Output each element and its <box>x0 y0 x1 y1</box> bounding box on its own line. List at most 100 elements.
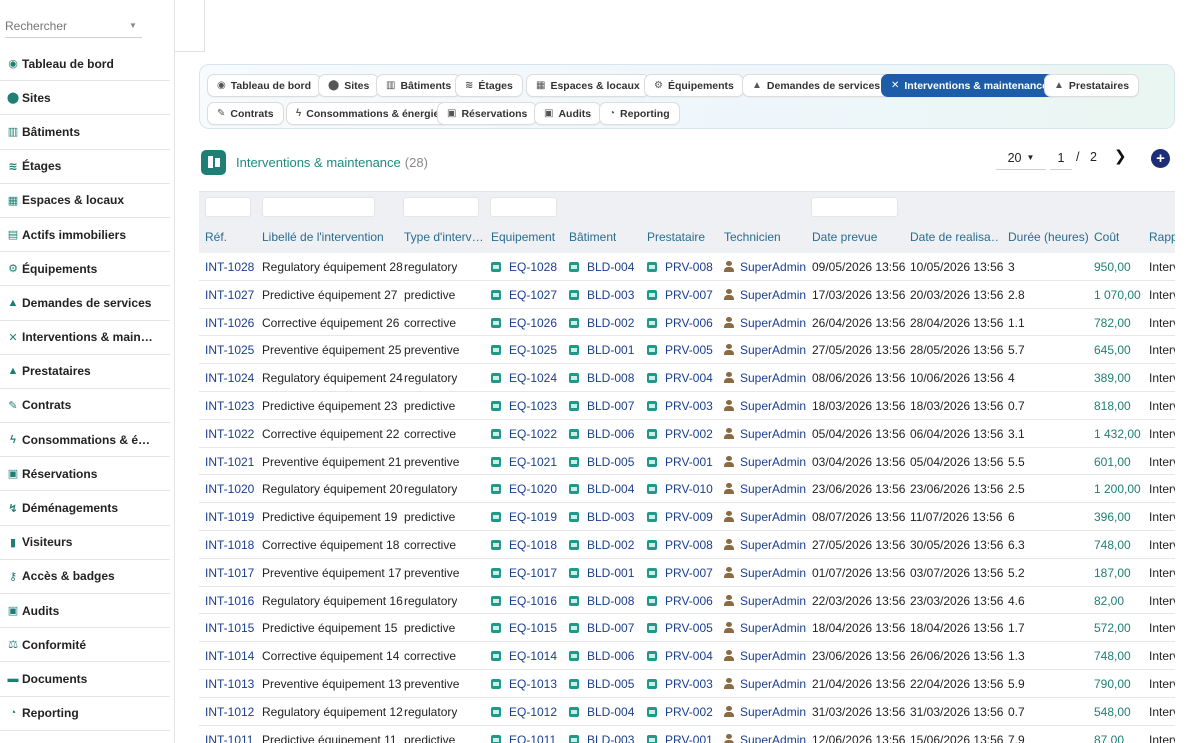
link-text[interactable]: PRV-006 <box>665 594 713 608</box>
link-text[interactable]: EQ-1018 <box>509 538 557 552</box>
sidebar-item[interactable]: ✎ Contrats <box>0 389 170 424</box>
link-cell[interactable]: PRV-006 <box>647 594 713 608</box>
column-header[interactable]: Date de realisa… <box>910 230 1000 244</box>
table-row[interactable]: INT-1013 Preventive équipement 13 preventi… <box>199 670 1175 698</box>
link-cell[interactable]: PRV-004 <box>647 371 713 385</box>
link-text[interactable]: PRV-005 <box>665 343 713 357</box>
link-text[interactable]: EQ-1012 <box>509 705 557 719</box>
column-header[interactable]: Type d'interv… <box>404 230 482 244</box>
link-cell[interactable]: PRV-008 <box>647 538 713 552</box>
link-cell[interactable]: PRV-003 <box>647 399 713 413</box>
table-row[interactable]: INT-1021 Preventive équipement 21 preventi… <box>199 448 1175 476</box>
link-text[interactable]: PRV-006 <box>665 316 713 330</box>
ref-cell[interactable]: INT-1027 <box>205 288 254 302</box>
current-page-input[interactable]: 1 <box>1050 146 1072 170</box>
link-text[interactable]: PRV-004 <box>665 371 713 385</box>
link-cell[interactable]: EQ-1022 <box>491 427 557 441</box>
module-tab[interactable]: ✎ Contrats <box>207 102 284 125</box>
link-text[interactable]: BLD-003 <box>587 510 634 524</box>
sidebar-item[interactable]: ▲ Prestataires <box>0 355 170 389</box>
link-cell[interactable]: BLD-002 <box>569 316 634 330</box>
sidebar-item[interactable]: ▲ Demandes de services <box>0 286 170 321</box>
ref-cell[interactable]: INT-1021 <box>205 455 254 469</box>
column-header[interactable]: Technicien <box>724 230 781 244</box>
module-tab[interactable]: ✕ Interventions & maintenance <box>881 74 1058 97</box>
link-text[interactable]: BLD-008 <box>587 371 634 385</box>
table-row[interactable]: INT-1025 Preventive équipement 25 preventi… <box>199 336 1175 365</box>
link-cell[interactable]: BLD-003 <box>569 288 634 302</box>
link-cell[interactable]: PRV-001 <box>647 455 713 469</box>
sidebar-item[interactable]: ⬤ Sites <box>0 81 170 116</box>
link-cell[interactable]: PRV-009 <box>647 510 713 524</box>
link-cell[interactable]: BLD-008 <box>569 594 634 608</box>
link-cell[interactable]: BLD-003 <box>569 733 634 743</box>
table-row[interactable]: INT-1026 Corrective équipement 26 correcti… <box>199 309 1175 337</box>
link-cell[interactable]: BLD-008 <box>569 371 634 385</box>
column-header[interactable]: Rapp <box>1149 230 1175 244</box>
sidebar-item[interactable]: ▬ Documents <box>0 662 170 697</box>
link-cell[interactable]: PRV-010 <box>647 482 713 496</box>
sidebar-item[interactable]: ↯ Déménagements <box>0 491 170 526</box>
link-cell[interactable]: BLD-003 <box>569 510 634 524</box>
link-text[interactable]: EQ-1024 <box>509 371 557 385</box>
table-row[interactable]: INT-1012 Regulatory équipement 12 regulato… <box>199 698 1175 726</box>
next-page-icon[interactable]: ❯ <box>1114 147 1127 165</box>
link-text[interactable]: EQ-1019 <box>509 510 557 524</box>
link-text[interactable]: EQ-1028 <box>509 260 557 274</box>
table-row[interactable]: INT-1022 Corrective équipement 22 correcti… <box>199 420 1175 448</box>
module-tab[interactable]: ▥ Bâtiments <box>376 74 462 97</box>
module-tab[interactable]: ◉ Tableau de bord <box>207 74 322 97</box>
link-text[interactable]: BLD-007 <box>587 621 634 635</box>
link-text[interactable]: BLD-006 <box>587 427 634 441</box>
filter-input-planned-date[interactable] <box>811 197 898 217</box>
link-text[interactable]: BLD-005 <box>587 677 634 691</box>
table-row[interactable]: INT-1015 Predictive équipement 15 predicti… <box>199 614 1175 643</box>
link-text[interactable]: BLD-005 <box>587 455 634 469</box>
link-text[interactable]: BLD-002 <box>587 538 634 552</box>
ref-cell[interactable]: INT-1026 <box>205 316 254 330</box>
link-cell[interactable]: PRV-005 <box>647 343 713 357</box>
link-text[interactable]: PRV-007 <box>665 288 713 302</box>
column-header[interactable]: Réf. <box>205 230 227 244</box>
column-header[interactable]: Date prevue <box>812 230 877 244</box>
link-cell[interactable]: BLD-002 <box>569 538 634 552</box>
page-size-select[interactable]: 20 ▼ <box>996 146 1046 170</box>
link-cell[interactable]: EQ-1019 <box>491 510 557 524</box>
table-row[interactable]: INT-1017 Preventive équipement 17 preventi… <box>199 559 1175 587</box>
ref-cell[interactable]: INT-1016 <box>205 594 254 608</box>
link-cell[interactable]: PRV-001 <box>647 733 713 743</box>
sidebar-item[interactable]: ▣ Réservations <box>0 457 170 492</box>
ref-cell[interactable]: INT-1012 <box>205 705 254 719</box>
add-button[interactable]: + <box>1151 149 1170 168</box>
link-text[interactable]: BLD-004 <box>587 260 634 274</box>
module-tab[interactable]: ▣ Audits <box>534 102 602 125</box>
module-tab[interactable]: ≋ Étages <box>455 74 523 97</box>
link-text[interactable]: PRV-007 <box>665 566 713 580</box>
link-text[interactable]: BLD-006 <box>587 649 634 663</box>
filter-input-label[interactable] <box>262 197 375 217</box>
link-text[interactable]: PRV-003 <box>665 677 713 691</box>
link-text[interactable]: BLD-008 <box>587 594 634 608</box>
link-text[interactable]: PRV-002 <box>665 705 713 719</box>
link-cell[interactable]: PRV-002 <box>647 705 713 719</box>
sidebar-item[interactable]: ◉ Tableau de bord <box>0 47 170 82</box>
link-text[interactable]: EQ-1020 <box>509 482 557 496</box>
link-cell[interactable]: EQ-1028 <box>491 260 557 274</box>
link-text[interactable]: EQ-1015 <box>509 621 557 635</box>
filter-input-ref[interactable] <box>205 197 251 217</box>
link-cell[interactable]: EQ-1013 <box>491 677 557 691</box>
link-text[interactable]: EQ-1025 <box>509 343 557 357</box>
link-text[interactable]: PRV-008 <box>665 260 713 274</box>
link-text[interactable]: PRV-001 <box>665 455 713 469</box>
module-tab[interactable]: ▲ Prestataires <box>1044 74 1140 97</box>
link-text[interactable]: BLD-007 <box>587 399 634 413</box>
chevron-down-icon[interactable]: ▼ <box>129 21 137 30</box>
column-header[interactable]: Bâtiment <box>569 230 616 244</box>
link-cell[interactable]: BLD-004 <box>569 482 634 496</box>
ref-cell[interactable]: INT-1013 <box>205 677 254 691</box>
sidebar-item[interactable]: ✕ Interventions & main… <box>0 321 170 355</box>
link-text[interactable]: PRV-002 <box>665 427 713 441</box>
column-header[interactable]: Libellé de l'intervention <box>262 230 384 244</box>
ref-cell[interactable]: INT-1014 <box>205 649 254 663</box>
link-text[interactable]: PRV-009 <box>665 510 713 524</box>
